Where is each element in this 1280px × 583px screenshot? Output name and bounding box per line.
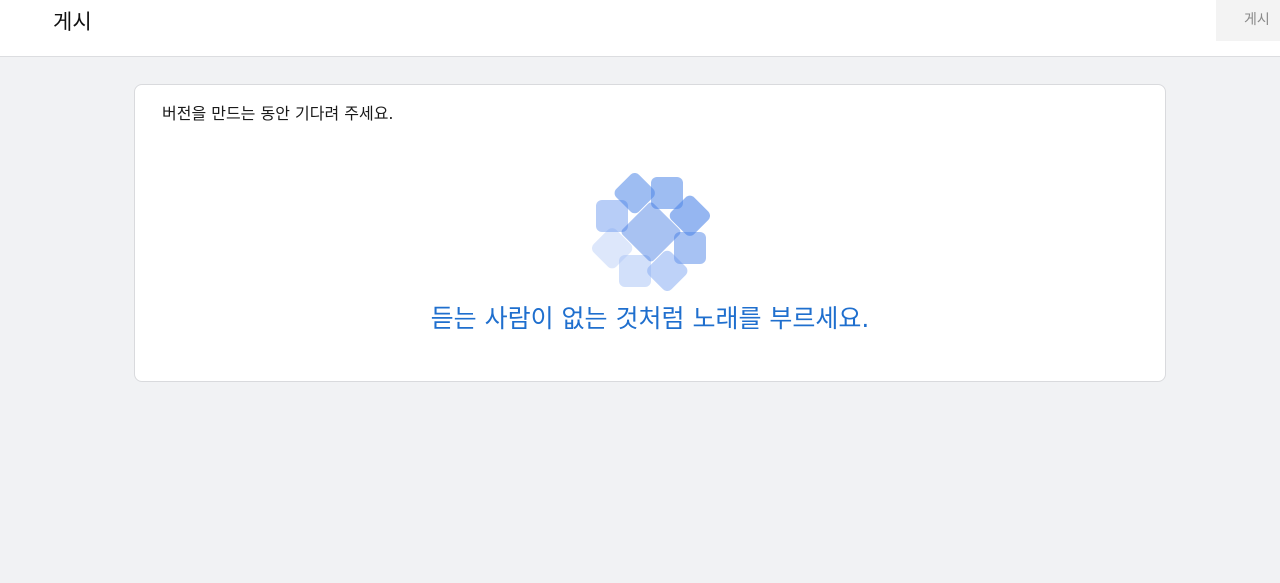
petal <box>651 177 683 209</box>
pinwheel-loading-icon <box>592 173 710 291</box>
publish-button[interactable]: 게시 <box>1216 0 1280 41</box>
top-bar: 게시 게시 <box>0 0 1280 57</box>
wait-message: 버전을 만드는 동안 기다려 주세요. <box>162 104 394 123</box>
page-title: 게시 <box>53 10 92 34</box>
progress-card: 버전을 만드는 동안 기다려 주세요. 듣는 사람이 없는 것처럼 노래를 부르… <box>134 84 1166 382</box>
loading-quote: 듣는 사람이 없는 것처럼 노래를 부르세요. <box>430 304 870 333</box>
